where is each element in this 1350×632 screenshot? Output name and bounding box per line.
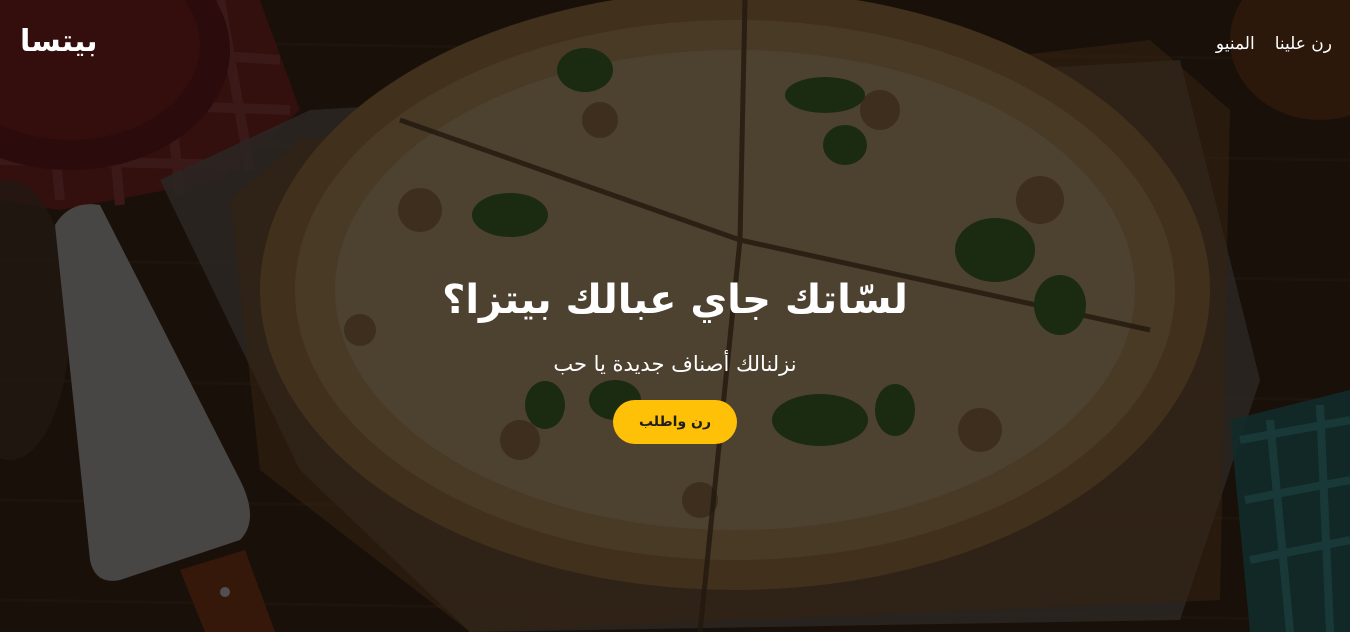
hero-content: لسّاتك جاي عبالك بيتزا؟ نزلنالك أصناف جد… bbox=[0, 270, 1350, 444]
nav-link-menu[interactable]: المنيو bbox=[1216, 34, 1255, 54]
navbar: رن علينا المنيو بيتسا bbox=[0, 0, 1350, 92]
order-now-button[interactable]: رن واطلب bbox=[612, 400, 738, 444]
hero-title: لسّاتك جاي عبالك بيتزا؟ bbox=[442, 277, 908, 323]
nav-link-call-us[interactable]: رن علينا bbox=[1275, 34, 1332, 54]
nav-links: رن علينا المنيو bbox=[1216, 34, 1332, 54]
hero-subtitle: نزلنالك أصناف جديدة يا حب bbox=[553, 352, 797, 376]
brand-logo[interactable]: بيتسا bbox=[20, 24, 98, 59]
hero-section: رن علينا المنيو بيتسا لسّاتك جاي عبالك ب… bbox=[0, 0, 1350, 632]
